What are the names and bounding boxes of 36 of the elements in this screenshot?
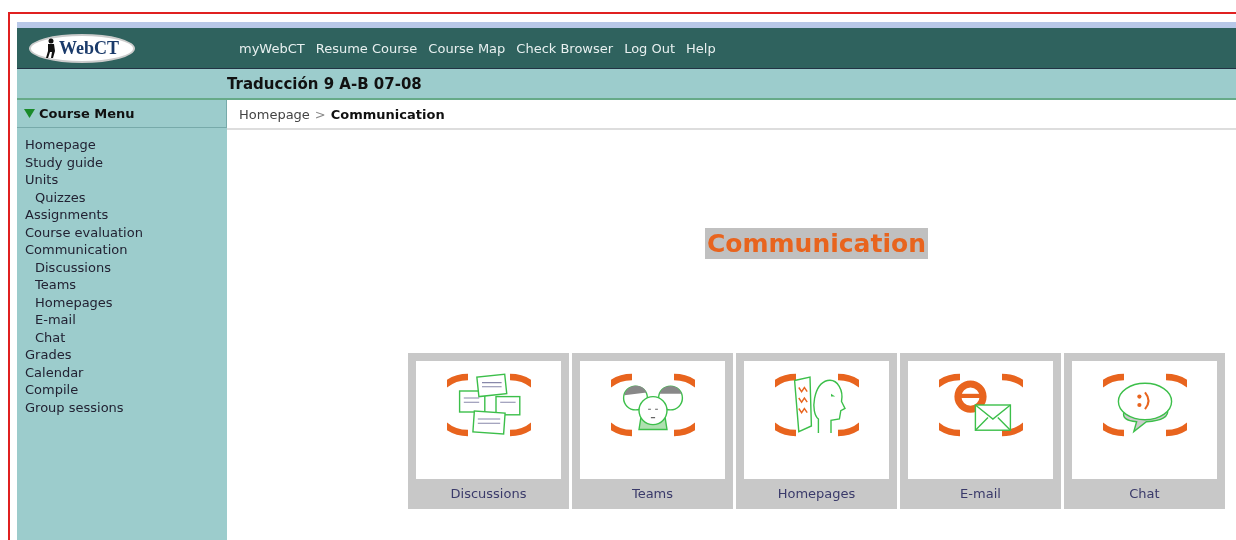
- figure-icon: [45, 38, 57, 58]
- menu-link[interactable]: Grades: [25, 346, 227, 364]
- course-title: Traducción 9 A-B 07-08: [227, 74, 422, 93]
- tool-tile[interactable]: Homepages: [736, 353, 897, 509]
- menu-link[interactable]: Communication: [25, 241, 227, 259]
- menu-link[interactable]: Calendar: [25, 363, 227, 381]
- tool-tile[interactable]: Teams: [572, 353, 733, 509]
- menu-link[interactable]: Discussions: [25, 258, 227, 276]
- menu-link[interactable]: Chat: [25, 328, 227, 346]
- nav-link[interactable]: Course Map: [428, 40, 506, 56]
- breadcrumb-link[interactable]: Homepage: [239, 106, 310, 122]
- tool-tile[interactable]: E-mail: [900, 353, 1061, 509]
- nav-link[interactable]: Check Browser: [516, 40, 614, 56]
- nav-link[interactable]: Log Out: [624, 40, 676, 56]
- menu-link[interactable]: Homepage: [25, 136, 227, 154]
- nav-link[interactable]: myWebCT: [239, 40, 305, 56]
- menu-link[interactable]: Homepages: [25, 293, 227, 311]
- menu-link[interactable]: Assignments: [25, 206, 227, 224]
- tool-tile[interactable]: Discussions: [408, 353, 569, 509]
- triangle-down-icon[interactable]: [24, 109, 35, 118]
- sidebar-title: Course Menu: [39, 106, 135, 121]
- menu-link[interactable]: Course evaluation: [25, 223, 227, 241]
- menu-link[interactable]: Units: [25, 171, 227, 189]
- menu-link[interactable]: E-mail: [25, 311, 227, 329]
- nav-link[interactable]: Resume Course: [315, 40, 418, 56]
- menu-link[interactable]: Study guide: [25, 153, 227, 171]
- menu-link[interactable]: Compile: [25, 381, 227, 399]
- tool-tile[interactable]: Chat: [1064, 353, 1225, 509]
- menu-link[interactable]: Teams: [25, 276, 227, 294]
- nav-link[interactable]: Help: [686, 40, 716, 56]
- webct-logo[interactable]: WebCT: [29, 33, 135, 63]
- menu-link[interactable]: Group sessions: [25, 398, 227, 416]
- page-heading: Communication: [705, 228, 928, 259]
- breadcrumb-current: Communication: [330, 106, 445, 122]
- breadcrumb-separator: >: [314, 106, 326, 122]
- menu-link[interactable]: Quizzes: [25, 188, 227, 206]
